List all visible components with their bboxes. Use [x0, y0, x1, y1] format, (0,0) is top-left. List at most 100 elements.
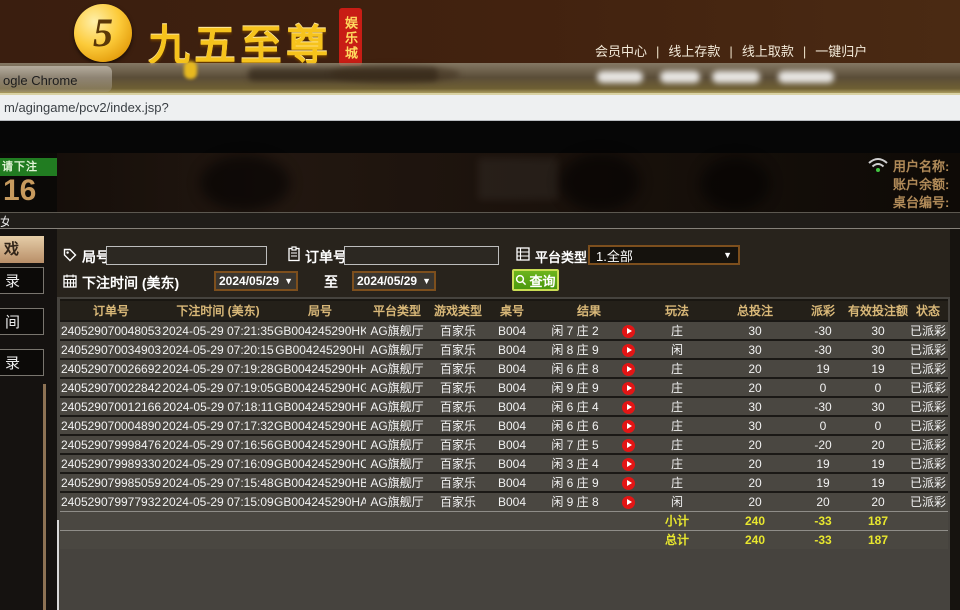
cell-payout: 0 [798, 416, 848, 435]
replay-play-icon[interactable] [622, 477, 635, 490]
cell-game-type: 百家乐 [428, 454, 488, 473]
blurred-text [660, 71, 700, 83]
nav-one-key-transfer[interactable]: 一键归户 [815, 44, 867, 59]
sidebar-tab[interactable]: 录 [0, 349, 44, 376]
replay-play-icon[interactable] [622, 325, 635, 338]
sidebar-tab-label: 间 [5, 314, 20, 331]
black-divider [0, 121, 960, 153]
cell-result: 闲 8 庄 9 [536, 340, 614, 359]
cell-status: 已派彩 [908, 321, 948, 340]
cell-order-no: 240529079985059 [60, 473, 162, 492]
col-payout: 派彩 [798, 300, 848, 321]
subtotal-total-bet: 240 [712, 511, 798, 530]
cell-replay [614, 416, 642, 435]
cell-result: 闲 9 庄 9 [536, 378, 614, 397]
nav-online-deposit[interactable]: 线上存款 [668, 44, 720, 59]
replay-play-icon[interactable] [622, 439, 635, 452]
table-body: 240529070048053 2024-05-29 07:21:35 GB00… [60, 321, 948, 511]
cell-total-bet: 20 [712, 454, 798, 473]
date-to-select[interactable]: 2024/05/29 ▼ [352, 271, 436, 291]
cell-order-no: 240529070026692 [60, 359, 162, 378]
col-total-bet: 总投注 [712, 300, 798, 321]
cell-result: 闲 6 庄 6 [536, 416, 614, 435]
cell-play-type: 庄 [642, 454, 712, 473]
chevron-down-icon: ▼ [723, 250, 732, 260]
cell-game-type: 百家乐 [428, 321, 488, 340]
cell-table-no: B004 [488, 492, 536, 511]
chevron-down-icon: ▼ [422, 276, 431, 286]
platform-type-select[interactable]: 1.全部 ▼ [588, 245, 740, 265]
replay-play-icon[interactable] [622, 420, 635, 433]
account-balance-label: 账户余额: [893, 174, 960, 193]
cell-payout: 20 [798, 492, 848, 511]
col-game-type: 游戏类型 [428, 300, 488, 321]
cell-platform: AG旗舰厅 [366, 473, 428, 492]
cell-replay [614, 435, 642, 454]
cell-order-no: 240529070022842 [60, 378, 162, 397]
sidebar-tab-label: 戏 [4, 241, 19, 258]
replay-play-icon[interactable] [622, 344, 635, 357]
replay-play-icon[interactable] [622, 401, 635, 414]
clipboard-icon [286, 246, 302, 262]
cell-payout: -30 [798, 321, 848, 340]
platform-type-label: 平台类型 [535, 247, 587, 266]
cell-result: 闲 3 庄 4 [536, 454, 614, 473]
cell-replay [614, 397, 642, 416]
cell-status: 已派彩 [908, 359, 948, 378]
overlay-bar [0, 212, 960, 228]
cell-valid-bet: 19 [848, 359, 908, 378]
order-no-input[interactable] [344, 246, 499, 265]
table-row: 240529070022842 2024-05-29 07:19:05 GB00… [60, 378, 948, 397]
replay-play-icon[interactable] [622, 458, 635, 471]
cell-platform: AG旗舰厅 [366, 454, 428, 473]
cell-replay [614, 492, 642, 511]
cell-table-no: B004 [488, 473, 536, 492]
cell-total-bet: 30 [712, 416, 798, 435]
cell-platform: AG旗舰厅 [366, 435, 428, 454]
replay-play-icon[interactable] [622, 496, 635, 509]
col-result: 结果 [536, 300, 642, 321]
watermark-blur [478, 158, 558, 200]
cell-round-no: GB004245290HB [274, 473, 366, 492]
date-to-value: 2024/05/29 [357, 274, 417, 288]
cell-play-type: 庄 [642, 473, 712, 492]
logo-badge: 娱乐城 [339, 8, 362, 66]
cell-result: 闲 7 庄 5 [536, 435, 614, 454]
clipped-text-fragment: 女 [0, 213, 9, 227]
bet-countdown: 16 [3, 174, 36, 207]
sidebar-tab-active[interactable]: 戏 [0, 236, 44, 263]
nav-online-withdraw[interactable]: 线上取款 [742, 44, 794, 59]
cell-round-no: GB004245290HH [274, 359, 366, 378]
cell-payout: -30 [798, 340, 848, 359]
cell-platform: AG旗舰厅 [366, 340, 428, 359]
table-row: 240529070012166 2024-05-29 07:18:11 GB00… [60, 397, 948, 416]
cell-order-no: 240529070012166 [60, 397, 162, 416]
cell-order-no: 240529079989330 [60, 454, 162, 473]
replay-play-icon[interactable] [622, 382, 635, 395]
cell-valid-bet: 30 [848, 397, 908, 416]
cell-bet-time: 2024-05-29 07:21:35 [162, 321, 274, 340]
round-no-input[interactable] [106, 246, 267, 265]
date-from-select[interactable]: 2024/05/29 ▼ [214, 271, 298, 291]
col-play-type: 玩法 [642, 300, 712, 321]
logo-icon: 5 [74, 4, 132, 62]
search-button[interactable]: 查询 [512, 269, 559, 291]
cell-status: 已派彩 [908, 473, 948, 492]
sidebar-tab[interactable]: 间 [0, 308, 44, 335]
page: 5 九五至尊 娱乐城 会员中心|线上存款|线上取款|一键归户 ogle Chro… [0, 0, 960, 610]
cell-bet-time: 2024-05-29 07:17:32 [162, 416, 274, 435]
sidebar-tab-label: 录 [5, 273, 20, 290]
blurred-text [597, 71, 643, 83]
col-order-no: 订单号 [60, 300, 162, 321]
cell-round-no: GB004245290HD [274, 435, 366, 454]
cell-game-type: 百家乐 [428, 397, 488, 416]
replay-play-icon[interactable] [622, 363, 635, 376]
blurred-logo-reflection [330, 65, 460, 83]
silhouette [700, 157, 770, 211]
nav-member-center[interactable]: 会员中心 [595, 44, 647, 59]
cell-replay [614, 359, 642, 378]
sidebar-tab[interactable]: 录 [0, 267, 44, 294]
cell-game-type: 百家乐 [428, 359, 488, 378]
col-valid-bet: 有效投注额 [848, 300, 908, 321]
cell-total-bet: 20 [712, 378, 798, 397]
